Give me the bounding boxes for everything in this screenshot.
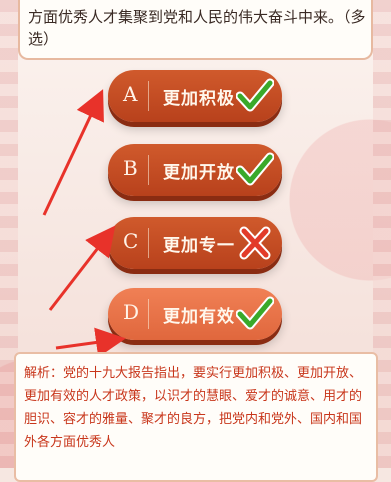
analysis-box: 解析：党的十九大报告指出，要实行更加积极、更加开放、更加有效的人才政策，以识才的… [14,352,378,482]
arrow-to-a [42,89,104,216]
arrow-to-d [55,327,126,358]
analysis-text: 解析：党的十九大报告指出，要实行更加积极、更加开放、更加有效的人才政策，以识才的… [24,366,363,450]
arrow-to-c [48,225,116,311]
